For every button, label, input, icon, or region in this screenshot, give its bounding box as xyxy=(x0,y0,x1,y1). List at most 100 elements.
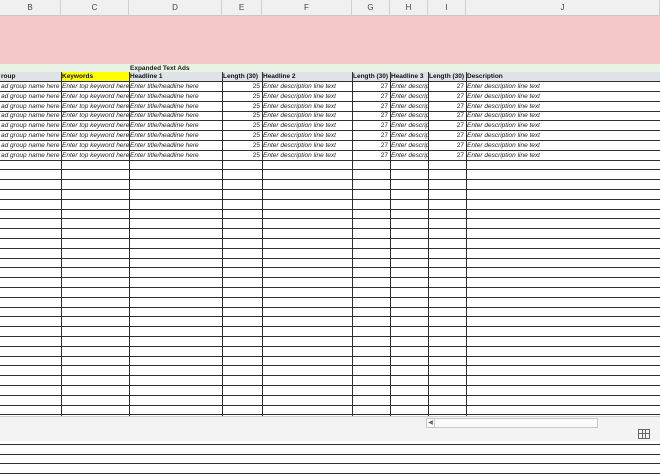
headline-3-cell[interactable] xyxy=(390,239,428,249)
headline-3-cell[interactable] xyxy=(390,170,428,181)
description-cell[interactable] xyxy=(466,278,660,288)
description-cell[interactable] xyxy=(466,307,660,318)
length-2-cell[interactable] xyxy=(352,405,390,416)
column-header-f[interactable]: F xyxy=(262,0,352,15)
headline-1-cell[interactable] xyxy=(129,396,222,406)
keyword-cell[interactable] xyxy=(61,386,129,396)
length-2-cell[interactable]: 27 xyxy=(352,82,390,92)
length-3-cell[interactable] xyxy=(428,356,466,367)
headline-2-cell[interactable] xyxy=(262,180,352,190)
length-2-cell[interactable] xyxy=(352,180,390,190)
keyword-cell[interactable] xyxy=(61,347,129,357)
keyword-cell[interactable] xyxy=(61,160,129,171)
length-3-cell[interactable] xyxy=(428,347,466,357)
headline-3-cell[interactable] xyxy=(390,307,428,318)
length-1-cell[interactable] xyxy=(222,317,262,328)
headline-2-cell[interactable] xyxy=(262,405,352,416)
length-2-cell[interactable] xyxy=(352,386,390,396)
headline-2-cell[interactable] xyxy=(262,278,352,288)
headline-2-cell[interactable] xyxy=(262,160,352,171)
ad-group-cell[interactable] xyxy=(0,288,61,298)
ad-group-cell[interactable] xyxy=(0,366,61,377)
headline-2-cell[interactable] xyxy=(262,249,352,259)
headline-3-cell[interactable]: Enter descrip xyxy=(390,131,428,141)
length-3-cell[interactable]: 27 xyxy=(428,121,466,132)
headline-1-cell[interactable] xyxy=(129,219,222,230)
description-cell[interactable] xyxy=(466,200,660,210)
length-3-cell[interactable] xyxy=(428,337,466,347)
length-3-cell[interactable] xyxy=(428,376,466,386)
headline-3-cell[interactable] xyxy=(390,288,428,298)
description-cell[interactable] xyxy=(466,288,660,298)
headline-1-cell[interactable] xyxy=(129,347,222,357)
keyword-cell[interactable] xyxy=(61,239,129,249)
keyword-cell[interactable]: Enter top keyword here xyxy=(61,131,129,141)
length-3-cell[interactable] xyxy=(428,396,466,406)
length-3-cell[interactable] xyxy=(428,258,466,269)
keyword-cell[interactable] xyxy=(61,405,129,416)
ad-group-cell[interactable] xyxy=(0,356,61,367)
length-1-cell[interactable] xyxy=(222,229,262,239)
headline-1-cell[interactable] xyxy=(129,160,222,171)
keyword-cell[interactable]: Enter top keyword here xyxy=(61,111,129,122)
headline-2-cell[interactable] xyxy=(262,298,352,308)
header-headline-2[interactable]: Headline 2 xyxy=(262,72,352,82)
headline-2-cell[interactable]: Enter description line text xyxy=(262,111,352,122)
keyword-cell[interactable] xyxy=(61,200,129,210)
ad-group-cell[interactable]: ad group name here xyxy=(0,102,61,112)
header-ad-group[interactable]: roup xyxy=(0,72,61,82)
headline-3-cell[interactable] xyxy=(390,454,428,465)
keyword-cell[interactable]: Enter top keyword here xyxy=(61,102,129,112)
headline-1-cell[interactable] xyxy=(129,386,222,396)
spreadsheet-grid[interactable]: Expanded Text Ads roup Keywords Headline… xyxy=(0,64,660,474)
length-1-cell[interactable] xyxy=(222,347,262,357)
headline-1-cell[interactable] xyxy=(129,288,222,298)
description-cell[interactable]: Enter description line text xyxy=(466,131,660,141)
keyword-cell[interactable] xyxy=(61,298,129,308)
length-1-cell[interactable]: 25 xyxy=(222,82,262,92)
length-1-cell[interactable] xyxy=(222,180,262,190)
ad-group-cell[interactable]: ad group name here xyxy=(0,131,61,141)
headline-3-cell[interactable] xyxy=(390,219,428,230)
length-3-cell[interactable]: 27 xyxy=(428,102,466,112)
headline-3-cell[interactable]: Enter descrip xyxy=(390,92,428,102)
length-3-cell[interactable] xyxy=(428,307,466,318)
headline-2-cell[interactable] xyxy=(262,190,352,200)
ad-group-cell[interactable]: ad group name here xyxy=(0,151,61,161)
column-header-d[interactable]: D xyxy=(129,0,222,15)
description-cell[interactable]: Enter description line text xyxy=(466,111,660,122)
length-3-cell[interactable]: 27 xyxy=(428,111,466,122)
description-cell[interactable] xyxy=(466,445,660,455)
length-2-cell[interactable] xyxy=(352,219,390,230)
headline-1-cell[interactable]: Enter title/headline here xyxy=(129,111,222,122)
headline-3-cell[interactable]: Enter descrip xyxy=(390,141,428,151)
headline-1-cell[interactable]: Enter title/headline here xyxy=(129,151,222,161)
length-3-cell[interactable] xyxy=(428,170,466,181)
length-1-cell[interactable] xyxy=(222,200,262,210)
length-1-cell[interactable]: 25 xyxy=(222,131,262,141)
ad-group-cell[interactable] xyxy=(0,170,61,181)
keyword-cell[interactable] xyxy=(61,327,129,337)
headline-1-cell[interactable]: Enter title/headline here xyxy=(129,82,222,92)
length-3-cell[interactable] xyxy=(428,386,466,396)
headline-2-cell[interactable]: Enter description line text xyxy=(262,141,352,151)
ad-group-cell[interactable] xyxy=(0,337,61,347)
description-cell[interactable] xyxy=(466,268,660,279)
headline-3-cell[interactable] xyxy=(390,180,428,190)
headline-2-cell[interactable] xyxy=(262,327,352,337)
length-2-cell[interactable] xyxy=(352,258,390,269)
keyword-cell[interactable] xyxy=(61,258,129,269)
headline-2-cell[interactable] xyxy=(262,337,352,347)
length-2-cell[interactable]: 27 xyxy=(352,92,390,102)
ad-group-cell[interactable] xyxy=(0,180,61,190)
headline-1-cell[interactable]: Enter title/headline here xyxy=(129,102,222,112)
length-1-cell[interactable]: 25 xyxy=(222,141,262,151)
ad-group-cell[interactable] xyxy=(0,307,61,318)
description-cell[interactable] xyxy=(466,298,660,308)
keyword-cell[interactable] xyxy=(61,229,129,239)
headline-2-cell[interactable] xyxy=(262,454,352,465)
header-keywords[interactable]: Keywords xyxy=(61,72,129,82)
length-3-cell[interactable]: 27 xyxy=(428,131,466,141)
headline-2-cell[interactable]: Enter description line text xyxy=(262,92,352,102)
ad-group-cell[interactable]: ad group name here xyxy=(0,82,61,92)
